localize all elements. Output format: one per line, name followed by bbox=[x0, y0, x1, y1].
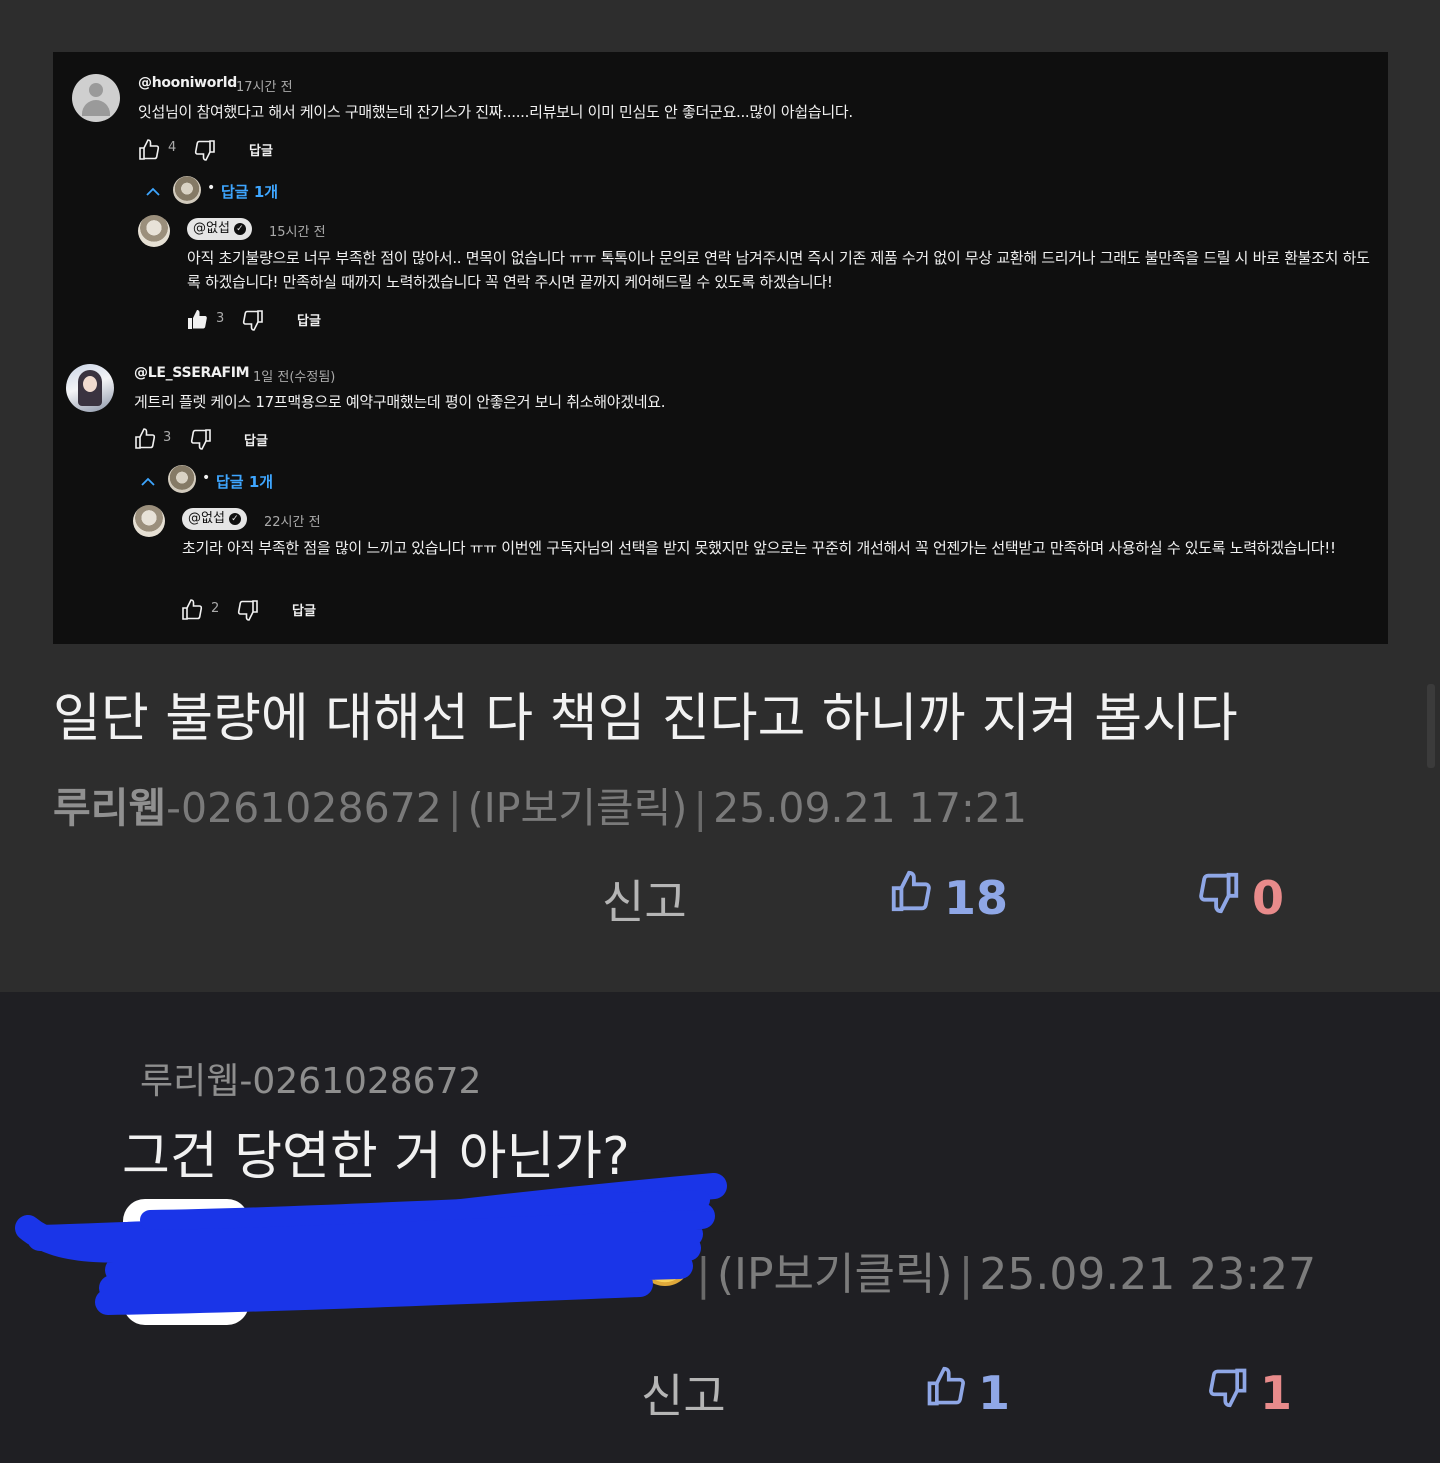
comment-text: 게트리 플렛 케이스 17프맥용으로 예약구매했는데 평이 안좋은거 보니 취소… bbox=[134, 393, 666, 411]
upvote-button[interactable]: 18 bbox=[888, 868, 1008, 927]
post: @hooniworld 17시간 전 잇섭님이 참여했다고 해서 케이스 구매했… bbox=[0, 0, 1440, 992]
creator-badge: @없섭 ✓ bbox=[187, 218, 252, 240]
thumbs-up-icon bbox=[888, 868, 934, 927]
chevron-up-icon[interactable] bbox=[145, 184, 161, 200]
comment-author[interactable]: 루리웹-0261028672 bbox=[140, 1052, 481, 1104]
post-meta: 루리웹-0261028672 | (IP보기클릭) | 25.09.21 17:21 bbox=[53, 774, 1027, 834]
comment-handle: @hooniworld bbox=[138, 75, 237, 91]
verified-check-icon: ✓ bbox=[228, 513, 241, 525]
divider: | bbox=[696, 1249, 711, 1300]
like-count: 3 bbox=[163, 430, 172, 445]
report-button[interactable]: 신고 bbox=[602, 866, 687, 932]
avatar bbox=[138, 215, 170, 247]
upvote-count: 18 bbox=[944, 870, 1009, 925]
thumbs-down-icon bbox=[241, 308, 265, 332]
downvote-button[interactable]: 0 bbox=[1196, 868, 1284, 927]
thumbs-up-icon bbox=[924, 1364, 968, 1421]
avatar bbox=[72, 74, 120, 122]
reply-time: 15시간 전 bbox=[269, 225, 326, 240]
replies-link[interactable]: 답글 1개 bbox=[216, 471, 273, 492]
reply-text: 초기라 아직 부족한 점을 많이 느끼고 있습니다 ㅠㅠ 이번엔 구독자님의 선… bbox=[182, 539, 1336, 557]
thumbs-up-icon bbox=[180, 598, 204, 622]
divider: | bbox=[958, 1249, 974, 1300]
like-count: 3 bbox=[216, 311, 225, 326]
chevron-up-icon[interactable] bbox=[140, 474, 156, 490]
comment-datetime: 25.09.21 23:27 bbox=[979, 1249, 1317, 1300]
thumbs-down-icon bbox=[193, 138, 217, 162]
report-button[interactable]: 신고 bbox=[641, 1360, 726, 1426]
reply-time: 22시간 전 bbox=[264, 515, 321, 530]
avatar bbox=[173, 176, 201, 204]
comment-text: 잇섭님이 참여했다고 해서 케이스 구매했는데 잔기스가 진짜......리뷰보… bbox=[138, 103, 853, 121]
comment-handle: @LE_SSERAFIM bbox=[134, 365, 250, 381]
thumbs-up-icon bbox=[137, 138, 161, 162]
ip-link[interactable]: (IP보기클릭) bbox=[717, 1249, 953, 1300]
thumbs-down-icon bbox=[1206, 1364, 1250, 1421]
redaction-scribble bbox=[15, 1173, 727, 1315]
avatar bbox=[168, 465, 196, 493]
upvote-button[interactable]: 1 bbox=[924, 1364, 1010, 1421]
avatar bbox=[133, 505, 165, 537]
comment-time: 1일 전(수정됨) bbox=[253, 370, 336, 385]
comment-meta: | (IP보기클릭) | 25.09.21 23:27 bbox=[690, 1238, 1316, 1302]
downvote-count: 0 bbox=[1252, 870, 1285, 925]
ip-link[interactable]: (IP보기클릭) bbox=[468, 784, 688, 832]
avatar bbox=[66, 364, 114, 412]
thumbs-up-icon bbox=[133, 427, 157, 451]
reply-text: 아직 초기불량으로 너무 부족한 점이 많아서.. 면목이 없습니다 ㅠㅠ 톡톡… bbox=[187, 249, 1370, 291]
post-title: 일단 불량에 대해선 다 책임 진다고 하니까 지켜 봅시다 bbox=[53, 689, 1238, 749]
reply-button[interactable]: 답글 bbox=[244, 430, 268, 449]
replies-link[interactable]: 답글 1개 bbox=[221, 181, 278, 202]
post-datetime: 25.09.21 17:21 bbox=[713, 784, 1027, 832]
separator-dot: • bbox=[207, 180, 216, 196]
thumbs-down-icon bbox=[236, 598, 260, 622]
like-count: 4 bbox=[168, 140, 177, 155]
post-author[interactable]: 루리웹 bbox=[53, 784, 166, 832]
downvote-button[interactable]: 1 bbox=[1206, 1364, 1292, 1421]
thumbs-up-icon bbox=[185, 308, 209, 332]
separator-dot: • bbox=[202, 470, 211, 486]
upvote-count: 1 bbox=[978, 1365, 1011, 1420]
reply-handle: @없섭 bbox=[188, 511, 225, 526]
reply-button[interactable]: 답글 bbox=[297, 310, 321, 329]
comment-time: 17시간 전 bbox=[236, 80, 293, 95]
thumbs-down-icon bbox=[189, 427, 213, 451]
like-count: 2 bbox=[211, 601, 220, 616]
divider: | bbox=[447, 784, 462, 832]
downvote-count: 1 bbox=[1260, 1365, 1293, 1420]
creator-badge: @없섭 ✓ bbox=[182, 508, 247, 530]
thumbs-down-icon bbox=[1196, 868, 1242, 927]
youtube-comments-screenshot[interactable]: @hooniworld 17시간 전 잇섭님이 참여했다고 해서 케이스 구매했… bbox=[53, 52, 1388, 644]
reply-button[interactable]: 답글 bbox=[249, 140, 273, 159]
post-author-id[interactable]: -0261028672 bbox=[166, 784, 442, 832]
reply-handle: @없섭 bbox=[193, 221, 230, 236]
scrollbar[interactable] bbox=[1427, 684, 1435, 768]
reply-button[interactable]: 답글 bbox=[292, 600, 316, 619]
divider: | bbox=[693, 784, 708, 832]
verified-check-icon: ✓ bbox=[233, 223, 246, 235]
